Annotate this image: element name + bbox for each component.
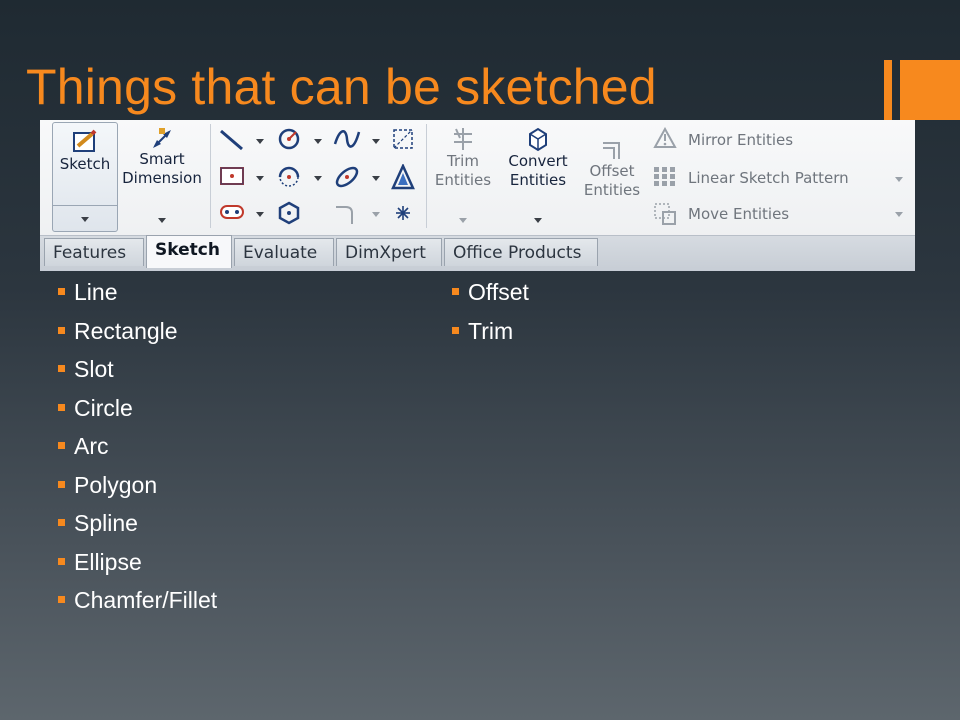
rectangle-tool-icon[interactable] bbox=[218, 164, 246, 188]
trim-icon bbox=[454, 128, 472, 150]
bullet-square-icon bbox=[58, 403, 65, 411]
bullet-list-right: Offset Trim bbox=[434, 278, 529, 355]
accent-bar-thin bbox=[884, 60, 892, 120]
point-tool-icon[interactable] bbox=[392, 202, 414, 224]
chevron-down-icon[interactable] bbox=[314, 176, 322, 181]
list-item: Line bbox=[40, 278, 217, 317]
offset-label-1: Offset bbox=[589, 162, 635, 180]
list-item: Arc bbox=[40, 432, 217, 471]
bullet-square-icon bbox=[58, 365, 65, 372]
chevron-down-icon[interactable] bbox=[459, 218, 467, 223]
bullet-square-icon bbox=[58, 519, 65, 526]
chevron-down-icon[interactable] bbox=[372, 139, 380, 144]
dimension-icon bbox=[153, 128, 171, 148]
trim-entities-button[interactable]: Trim Entities bbox=[430, 126, 496, 223]
polygon-tool-icon[interactable] bbox=[276, 200, 302, 226]
tab-office-products[interactable]: Office Products bbox=[444, 238, 598, 266]
sketch-divider bbox=[53, 205, 117, 206]
sketch-button[interactable]: Sketch bbox=[52, 122, 118, 232]
list-item: Chamfer/Fillet bbox=[40, 586, 217, 625]
chevron-down-icon[interactable] bbox=[158, 218, 166, 223]
fillet-tool-icon[interactable] bbox=[332, 202, 358, 226]
mirror-icon bbox=[653, 127, 677, 148]
list-item: Offset bbox=[434, 278, 529, 317]
offset-icon bbox=[603, 142, 620, 159]
bullet-square-icon bbox=[58, 557, 65, 565]
line-tool-icon[interactable] bbox=[218, 128, 246, 152]
chevron-down-icon[interactable] bbox=[895, 212, 903, 217]
command-tabs: Features Sketch Evaluate DimXpert Office… bbox=[40, 235, 915, 271]
commandmanager-ribbon: Sketch Smart Dimension Trim Entities Con… bbox=[40, 120, 915, 271]
list-item: Slot bbox=[40, 355, 217, 394]
trim-label-1: Trim bbox=[447, 152, 479, 170]
chevron-down-icon[interactable] bbox=[372, 212, 380, 217]
tab-evaluate[interactable]: Evaluate bbox=[234, 238, 334, 266]
smart-dimension-button[interactable]: Smart Dimension bbox=[122, 126, 202, 223]
arc-tool-icon[interactable] bbox=[276, 164, 302, 190]
tab-sketch[interactable]: Sketch bbox=[146, 235, 232, 268]
trim-label-2: Entities bbox=[434, 171, 492, 189]
chevron-down-icon[interactable] bbox=[534, 218, 542, 223]
bullet-square-icon bbox=[58, 288, 65, 295]
separator bbox=[210, 124, 211, 228]
bullet-square-icon bbox=[58, 326, 65, 334]
list-item: Spline bbox=[40, 509, 217, 548]
chevron-down-icon[interactable] bbox=[256, 139, 264, 144]
convert-label-2: Entities bbox=[509, 171, 567, 189]
offset-label-2: Entities bbox=[583, 181, 641, 199]
move-icon bbox=[654, 203, 676, 225]
sketch-pencil-icon bbox=[73, 129, 97, 152]
bullet-square-icon bbox=[452, 326, 459, 334]
convert-entities-button[interactable]: Convert Entities bbox=[500, 126, 576, 223]
text-tool-icon[interactable] bbox=[390, 164, 416, 190]
separator bbox=[426, 124, 427, 228]
construction-geometry-icon[interactable] bbox=[390, 126, 416, 152]
offset-entities-button[interactable]: Offset Entities bbox=[580, 138, 644, 200]
grid-pattern-icon bbox=[654, 167, 675, 186]
slot-tool-icon[interactable] bbox=[218, 200, 246, 224]
cube-icon bbox=[529, 127, 547, 152]
slide-title: Things that can be sketched bbox=[26, 59, 657, 115]
sketch-label: Sketch bbox=[59, 155, 111, 173]
list-item: Ellipse bbox=[40, 548, 217, 587]
list-item: Trim bbox=[434, 317, 529, 356]
chevron-down-icon[interactable] bbox=[256, 212, 264, 217]
tab-features[interactable]: Features bbox=[44, 238, 144, 266]
ellipse-tool-icon[interactable] bbox=[332, 164, 362, 190]
bullet-list-left: Line Rectangle Slot Circle Arc Polygon S… bbox=[40, 278, 217, 625]
list-item: Polygon bbox=[40, 471, 217, 510]
smart-dimension-label-1: Smart bbox=[139, 150, 185, 168]
tab-dimxpert[interactable]: DimXpert bbox=[336, 238, 442, 266]
list-item: Circle bbox=[40, 394, 217, 433]
mirror-label: Mirror Entities bbox=[688, 131, 794, 149]
list-item: Rectangle bbox=[40, 317, 217, 356]
bullet-square-icon bbox=[58, 596, 65, 603]
smart-dimension-label-2: Dimension bbox=[122, 169, 202, 187]
chevron-down-icon[interactable] bbox=[895, 177, 903, 182]
bullet-square-icon bbox=[452, 288, 459, 295]
convert-label-1: Convert bbox=[508, 152, 568, 170]
accent-bar-thick bbox=[900, 60, 960, 120]
linear-pattern-label: Linear Sketch Pattern bbox=[688, 169, 849, 187]
chevron-down-icon[interactable] bbox=[314, 139, 322, 144]
circle-tool-icon[interactable] bbox=[276, 126, 302, 152]
move-label: Move Entities bbox=[688, 205, 790, 223]
chevron-down-icon[interactable] bbox=[81, 217, 89, 222]
chevron-down-icon[interactable] bbox=[256, 176, 264, 181]
spline-tool-icon[interactable] bbox=[332, 126, 362, 152]
bullet-square-icon bbox=[58, 442, 65, 449]
ribbon-toolbar: Sketch Smart Dimension Trim Entities Con… bbox=[40, 120, 915, 235]
bullet-square-icon bbox=[58, 480, 65, 488]
chevron-down-icon[interactable] bbox=[372, 176, 380, 181]
